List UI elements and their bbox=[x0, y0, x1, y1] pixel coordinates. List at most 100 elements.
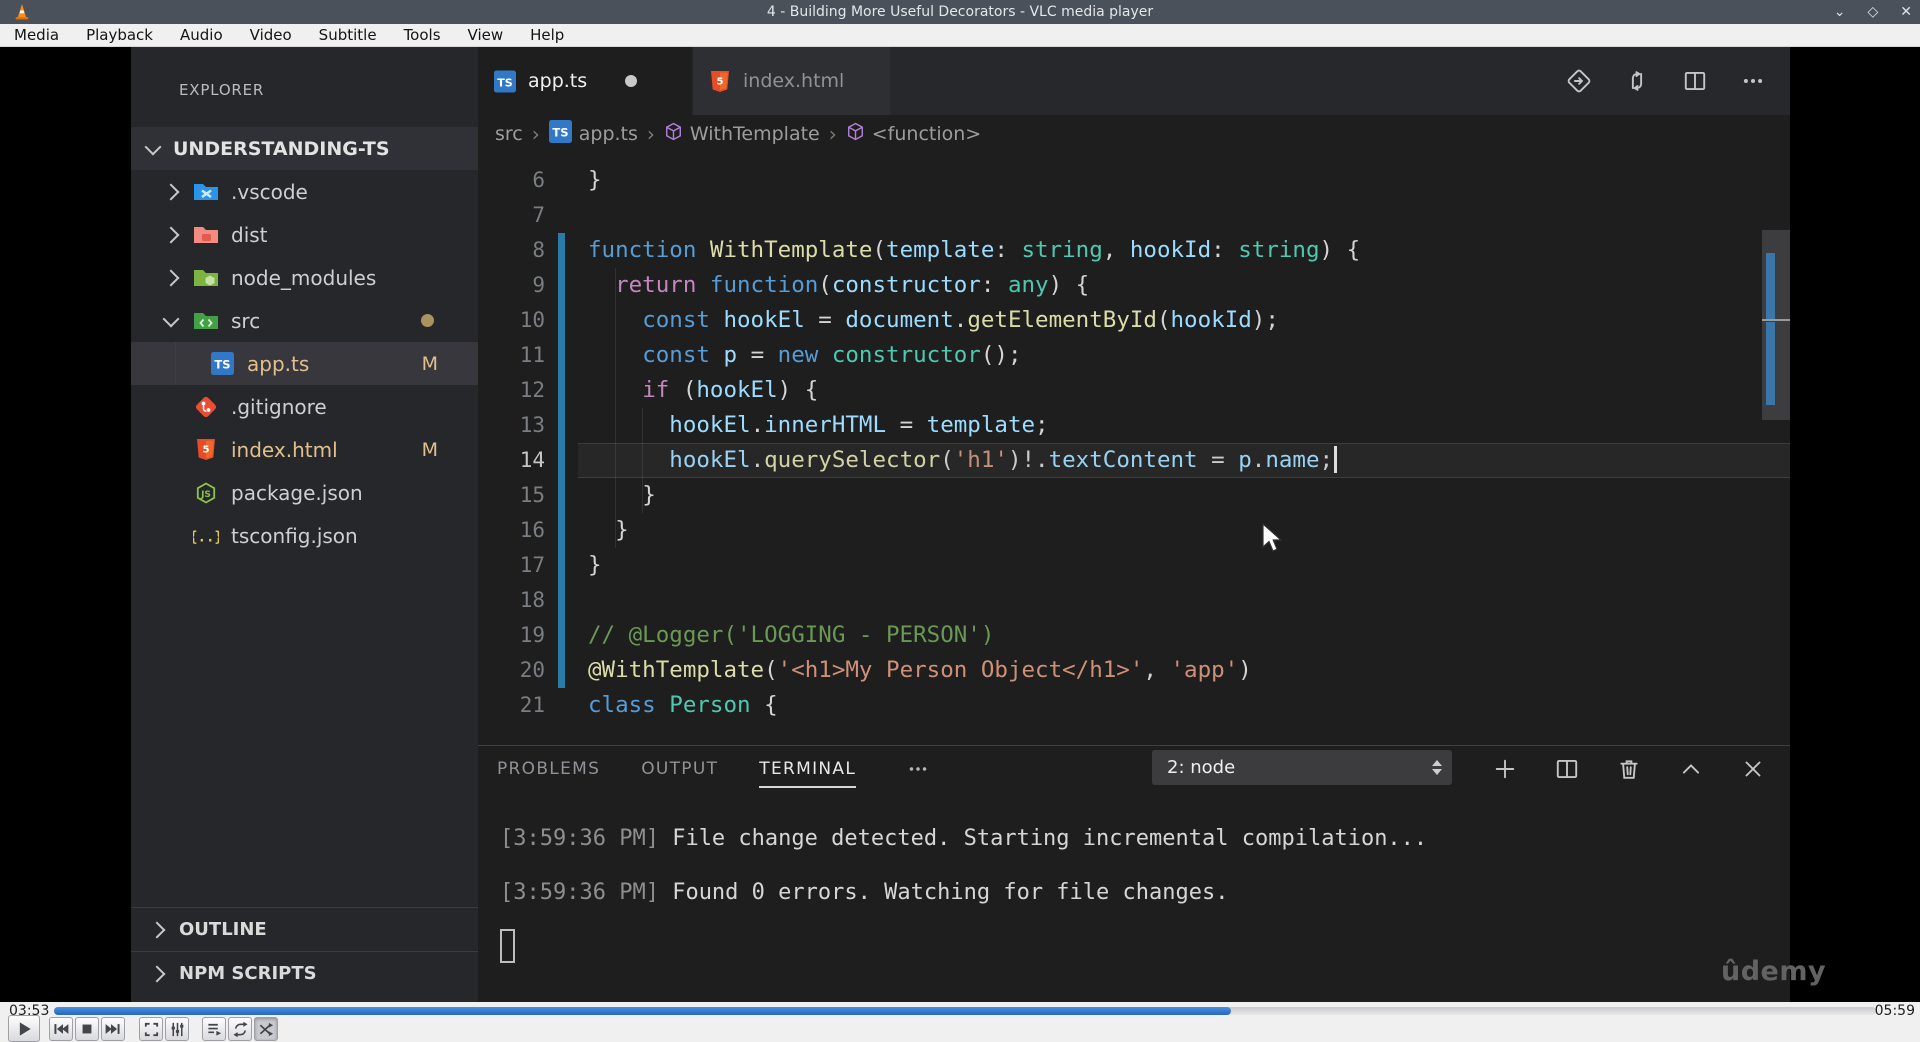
gutter-spacer bbox=[558, 688, 565, 723]
explorer-item--vscode[interactable]: .vscode bbox=[131, 170, 478, 213]
menu-help[interactable]: Help bbox=[530, 26, 564, 44]
code-line-13[interactable]: 13 hookEl.innerHTML = template; bbox=[478, 408, 1790, 443]
new-terminal-icon[interactable] bbox=[1492, 756, 1518, 782]
previous-button[interactable] bbox=[49, 1017, 73, 1041]
split-terminal-icon[interactable] bbox=[1554, 756, 1580, 782]
braces-config-icon: {..} bbox=[193, 524, 219, 548]
code-text: const p = new constructor(); bbox=[642, 342, 1022, 368]
code-line-12[interactable]: 12 if (hookEl) { bbox=[478, 373, 1790, 408]
sidebar-section-outline[interactable]: OUTLINE bbox=[131, 907, 478, 951]
panel-tab-problems[interactable]: PROBLEMS bbox=[497, 746, 600, 792]
explorer-item-src[interactable]: src bbox=[131, 299, 478, 342]
close-panel-icon[interactable] bbox=[1740, 756, 1766, 782]
explorer-item--gitignore[interactable]: .gitignore bbox=[131, 385, 478, 428]
tab-index-html[interactable]: 5 index.html bbox=[692, 47, 890, 115]
line-number: 12 bbox=[519, 378, 545, 402]
random-button[interactable] bbox=[254, 1017, 278, 1041]
breadcrumb-item[interactable]: WithTemplate bbox=[664, 122, 820, 146]
code-line-20[interactable]: 20 @WithTemplate('<h1>My Person Object</h… bbox=[478, 653, 1790, 688]
sidebar-bottom-sections: OUTLINE NPM SCRIPTS bbox=[131, 907, 478, 995]
playlist-button[interactable] bbox=[202, 1017, 226, 1041]
code-text: } bbox=[615, 517, 629, 543]
more-actions-icon[interactable] bbox=[1740, 68, 1766, 94]
menu-subtitle[interactable]: Subtitle bbox=[319, 26, 377, 44]
panel-tab-output[interactable]: OUTPUT bbox=[641, 746, 718, 792]
scrollbar-thumb[interactable] bbox=[1762, 230, 1790, 420]
code-line-6[interactable]: 6} bbox=[478, 163, 1790, 198]
menu-media[interactable]: Media bbox=[14, 26, 59, 44]
menu-audio[interactable]: Audio bbox=[180, 26, 223, 44]
explorer-item-dist[interactable]: dist bbox=[131, 213, 478, 256]
video-frame[interactable]: EXPLORER UNDERSTANDING-TS .vscode dist nod… bbox=[0, 47, 1920, 1002]
play-button[interactable] bbox=[8, 1015, 40, 1042]
code-editor[interactable]: 6} 7 8 function WithTemplate(template: stri… bbox=[478, 153, 1790, 745]
code-line-11[interactable]: 11 const p = new constructor(); bbox=[478, 338, 1790, 373]
code-text: const hookEl = document.getElementById(h… bbox=[642, 307, 1279, 333]
explorer-item-app-ts[interactable]: TS app.ts M bbox=[131, 342, 478, 385]
breadcrumb-item[interactable]: src bbox=[495, 123, 523, 145]
panel-tabs: PROBLEMS OUTPUT TERMINAL bbox=[497, 746, 931, 792]
code-text: @WithTemplate('<h1>My Person Object</h1>… bbox=[588, 657, 1252, 683]
npm-package-icon: JS bbox=[193, 481, 219, 505]
breadcrumb-item[interactable]: TS app.ts bbox=[548, 120, 638, 148]
breadcrumb-separator-icon: › bbox=[828, 122, 837, 146]
menu-playback[interactable]: Playback bbox=[86, 26, 153, 44]
terminal-message: File change detected. Starting increment… bbox=[658, 826, 1428, 851]
loop-button[interactable] bbox=[228, 1017, 252, 1041]
explorer-item-package-json[interactable]: JS package.json bbox=[131, 471, 478, 514]
extended-settings-button[interactable] bbox=[165, 1017, 189, 1041]
editor-area: TS app.ts 5 index.html src › TS app.ts › WithTem… bbox=[478, 47, 1826, 1002]
code-line-19[interactable]: 19 // @Logger('LOGGING - PERSON') bbox=[478, 618, 1790, 653]
explorer-item-index-html[interactable]: 5 index.html M bbox=[131, 428, 478, 471]
code-text: } bbox=[642, 482, 656, 508]
code-line-15[interactable]: 15 } bbox=[478, 478, 1790, 513]
sidebar-section-npm-scripts[interactable]: NPM SCRIPTS bbox=[131, 951, 478, 995]
menu-view[interactable]: View bbox=[468, 26, 504, 44]
minimize-icon[interactable]: ⌄ bbox=[1834, 0, 1846, 24]
file-label: .vscode bbox=[231, 179, 308, 204]
terminal-select[interactable]: 2: node bbox=[1152, 750, 1452, 785]
code-line-21[interactable]: 21 class Person { bbox=[478, 688, 1790, 723]
line-number: 16 bbox=[519, 518, 545, 542]
editor-actions bbox=[1566, 47, 1766, 115]
kill-terminal-icon[interactable] bbox=[1616, 756, 1642, 782]
git-modified-gutter bbox=[558, 233, 565, 268]
panel-more-icon[interactable] bbox=[905, 756, 931, 782]
seek-bar[interactable] bbox=[54, 1007, 1876, 1015]
code-text: return function(constructor: any) { bbox=[615, 272, 1090, 298]
fullscreen-button[interactable] bbox=[139, 1017, 163, 1041]
explorer-item-tsconfig-json[interactable]: {..} tsconfig.json bbox=[131, 514, 478, 557]
code-line-18[interactable]: 18 bbox=[478, 583, 1790, 618]
code-line-8[interactable]: 8 function WithTemplate(template: string,… bbox=[478, 233, 1790, 268]
overview-modified-mark bbox=[1766, 322, 1775, 405]
explorer-section-header[interactable]: UNDERSTANDING-TS bbox=[131, 127, 478, 170]
code-line-17[interactable]: 17} bbox=[478, 548, 1790, 583]
code-line-9[interactable]: 9 return function(constructor: any) { bbox=[478, 268, 1790, 303]
line-number: 15 bbox=[519, 483, 545, 507]
breadcrumb: src › TS app.ts › WithTemplate › <function> bbox=[478, 115, 1790, 153]
terminal-timestamp: [3:59:36 PM] bbox=[500, 826, 659, 851]
next-button[interactable] bbox=[101, 1017, 125, 1041]
maximize-icon[interactable]: ◇ bbox=[1867, 0, 1878, 24]
breadcrumb-item[interactable]: <function> bbox=[846, 122, 981, 146]
code-line-10[interactable]: 10 const hookEl = document.getElementByI… bbox=[478, 303, 1790, 338]
split-editor-icon[interactable] bbox=[1682, 68, 1708, 94]
terminal-line: [3:59:36 PM] Found 0 errors. Watching fo… bbox=[500, 875, 1427, 929]
tab-app-ts[interactable]: TS app.ts bbox=[478, 47, 692, 115]
menu-video[interactable]: Video bbox=[250, 26, 292, 44]
close-icon[interactable]: ✕ bbox=[1900, 0, 1912, 24]
maximize-panel-icon[interactable] bbox=[1678, 756, 1704, 782]
git-modified-gutter bbox=[558, 653, 565, 688]
code-line-16[interactable]: 16 } bbox=[478, 513, 1790, 548]
unsaved-dot-icon bbox=[625, 75, 638, 87]
html-file-icon: 5 bbox=[193, 438, 219, 462]
sync-icon[interactable] bbox=[1624, 68, 1650, 94]
stop-button[interactable] bbox=[75, 1017, 99, 1041]
menu-tools[interactable]: Tools bbox=[404, 26, 441, 44]
code-text: } bbox=[588, 167, 602, 193]
code-line-14[interactable]: 14 hookEl.querySelector('h1')!.textConte… bbox=[478, 443, 1790, 478]
panel-tab-terminal[interactable]: TERMINAL bbox=[759, 746, 856, 792]
code-line-7[interactable]: 7 bbox=[478, 198, 1790, 233]
open-changes-icon[interactable] bbox=[1566, 68, 1592, 94]
explorer-item-node-modules[interactable]: node_modules bbox=[131, 256, 478, 299]
